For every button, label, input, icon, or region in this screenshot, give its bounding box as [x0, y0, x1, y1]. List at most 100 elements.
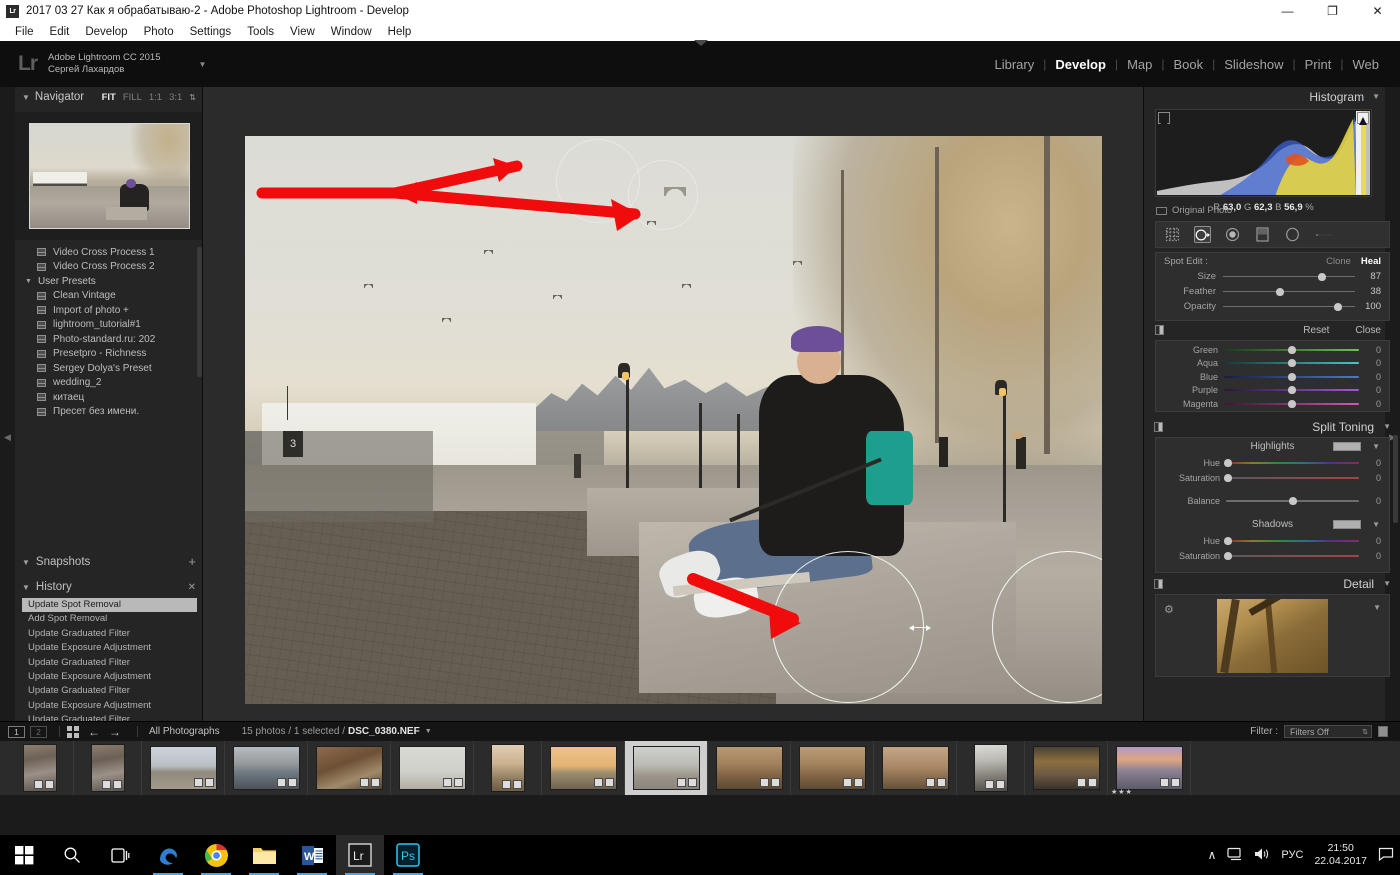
- slider-knob[interactable]: [1275, 287, 1284, 296]
- chevron-down-icon[interactable]: ▼: [1372, 92, 1380, 101]
- develop-badge-icon[interactable]: [995, 780, 1005, 789]
- module-print[interactable]: Print: [1296, 57, 1341, 72]
- identity-plate[interactable]: Lr Adobe Lightroom CC 2015 Сергей Лахард…: [0, 52, 206, 76]
- hue-slider-knob[interactable]: [1224, 536, 1232, 545]
- chevron-down-icon[interactable]: ▼: [1372, 520, 1380, 529]
- develop-badge-icon[interactable]: [112, 780, 122, 789]
- balance-slider-knob[interactable]: [1288, 496, 1297, 505]
- clear-history-icon[interactable]: ✕: [188, 582, 196, 593]
- balance-slider[interactable]: Balance 0: [1156, 493, 1389, 508]
- saturation-slider-knob[interactable]: [1224, 551, 1232, 560]
- filmstrip-thumbnail[interactable]: [791, 741, 874, 795]
- history-item[interactable]: Update Spot Removal: [22, 598, 197, 613]
- close-button[interactable]: ✕: [1355, 0, 1400, 22]
- crop-badge-icon[interactable]: [359, 778, 369, 787]
- zoom-level-1-1[interactable]: 1:1: [149, 92, 162, 103]
- filmstrip-thumbnail[interactable]: [6, 741, 74, 795]
- preset-item[interactable]: Clean Vintage: [15, 289, 202, 304]
- shadows-saturation-slider[interactable]: Saturation 0: [1156, 548, 1389, 563]
- source-label[interactable]: All Photographs: [149, 726, 220, 737]
- filmstrip-thumbnail[interactable]: [542, 741, 625, 795]
- menu-settings[interactable]: Settings: [182, 26, 240, 38]
- chevron-down-icon[interactable]: ▼: [425, 728, 432, 735]
- detail-switch-icon[interactable]: [1154, 578, 1163, 589]
- module-develop[interactable]: Develop: [1046, 57, 1115, 72]
- history-item[interactable]: Update Graduated Filter: [22, 627, 197, 641]
- menu-window[interactable]: Window: [323, 26, 380, 38]
- split-toning-header[interactable]: Split Toning ▼: [1144, 417, 1400, 436]
- filmstrip-thumbnail[interactable]: [708, 741, 791, 795]
- module-book[interactable]: Book: [1164, 57, 1212, 72]
- search-button[interactable]: [48, 835, 96, 875]
- shadows-color-swatch[interactable]: [1333, 520, 1361, 529]
- menu-file[interactable]: File: [7, 26, 42, 38]
- back-arrow-icon[interactable]: ←: [88, 725, 100, 739]
- preset-group[interactable]: ▼ User Presets: [15, 274, 202, 289]
- crop-badge-icon[interactable]: [676, 778, 686, 787]
- photoshop-button[interactable]: Ps: [384, 835, 432, 875]
- thumbnail-badges[interactable]: [442, 778, 463, 787]
- color-slider-knob[interactable]: [1287, 386, 1296, 395]
- network-icon[interactable]: [1227, 847, 1243, 864]
- explorer-button[interactable]: [240, 835, 288, 875]
- crop-badge-icon[interactable]: [925, 778, 935, 787]
- develop-badge-icon[interactable]: [770, 778, 780, 787]
- preset-item[interactable]: Пресет без имени.: [15, 405, 202, 420]
- maximize-button[interactable]: ❐: [1310, 0, 1355, 22]
- preset-item[interactable]: wedding_2: [15, 376, 202, 391]
- filmstrip-thumbnail[interactable]: [1025, 741, 1108, 795]
- zoom-level-fill[interactable]: FILL: [123, 92, 142, 103]
- menu-develop[interactable]: Develop: [77, 26, 135, 38]
- grid-view-icon[interactable]: [67, 725, 79, 738]
- crop-badge-icon[interactable]: [1159, 778, 1169, 787]
- notifications-icon[interactable]: [1378, 847, 1394, 864]
- develop-badge-icon[interactable]: [453, 778, 463, 787]
- forward-arrow-icon[interactable]: →: [109, 725, 121, 739]
- filmstrip-thumbnail[interactable]: [142, 741, 225, 795]
- crop-badge-icon[interactable]: [501, 780, 511, 789]
- chevron-down-icon[interactable]: ▼: [1383, 579, 1391, 588]
- chevron-down-icon[interactable]: ▼: [199, 60, 207, 69]
- radial-filter-tool-icon[interactable]: [1284, 226, 1301, 243]
- color-slider-knob[interactable]: [1287, 345, 1296, 354]
- menu-view[interactable]: View: [282, 26, 323, 38]
- color-slider-knob[interactable]: [1287, 372, 1296, 381]
- thumbnail-badges[interactable]: [984, 780, 1005, 789]
- detail-preview-thumbnail[interactable]: [1217, 598, 1328, 673]
- history-item[interactable]: Update Exposure Adjustment: [22, 670, 197, 684]
- module-slideshow[interactable]: Slideshow: [1215, 57, 1292, 72]
- thumbnail-badges[interactable]: [193, 778, 214, 787]
- histogram-header[interactable]: Histogram ▼: [1144, 87, 1390, 106]
- preset-item[interactable]: Video Cross Process 1: [15, 245, 202, 260]
- color-slider-blue[interactable]: Blue 0: [1156, 370, 1389, 384]
- highlights-hue-slider[interactable]: Hue 0: [1156, 455, 1389, 470]
- graduated-filter-tool-icon[interactable]: [1254, 226, 1271, 243]
- thumbnail-badges[interactable]: [33, 780, 54, 789]
- develop-badge-icon[interactable]: [936, 778, 946, 787]
- filmstrip-thumbnail[interactable]: [74, 741, 142, 795]
- crop-badge-icon[interactable]: [759, 778, 769, 787]
- preset-item[interactable]: Import of photo +: [15, 303, 202, 318]
- hue-slider-knob[interactable]: [1224, 458, 1232, 467]
- filmstrip-thumbnail[interactable]: ★★★: [1108, 741, 1191, 795]
- color-slider-aqua[interactable]: Aqua 0: [1156, 357, 1389, 371]
- history-item[interactable]: Update Graduated Filter: [22, 656, 197, 670]
- current-filename[interactable]: DSC_0380.NEF: [348, 726, 420, 737]
- adjustment-brush-tool-icon[interactable]: [1316, 226, 1333, 243]
- filmstrip-thumbnail[interactable]: [957, 741, 1025, 795]
- zoom-stepper-icon[interactable]: ⇅: [189, 93, 196, 102]
- color-slider-knob[interactable]: [1287, 399, 1296, 408]
- spot-removal-circle-target[interactable]: [771, 550, 924, 703]
- photo-canvas[interactable]: STATUE CRU 3: [244, 136, 1102, 704]
- filmstrip-thumbnail[interactable]: [474, 741, 542, 795]
- highlight-clipping-indicator[interactable]: [1357, 112, 1369, 125]
- shadow-clipping-indicator[interactable]: [1158, 112, 1170, 125]
- history-item[interactable]: Add Spot Removal: [22, 612, 197, 626]
- spot-removal-tool-icon[interactable]: [1194, 226, 1211, 243]
- spot-removal-circle-target-top[interactable]: [628, 159, 699, 230]
- volume-icon[interactable]: [1254, 847, 1270, 864]
- spot-reset-button[interactable]: Reset: [1303, 325, 1329, 336]
- preset-item[interactable]: Video Cross Process 2: [15, 260, 202, 275]
- develop-badge-icon[interactable]: [204, 778, 214, 787]
- thumbnail-badges[interactable]: [1159, 778, 1180, 787]
